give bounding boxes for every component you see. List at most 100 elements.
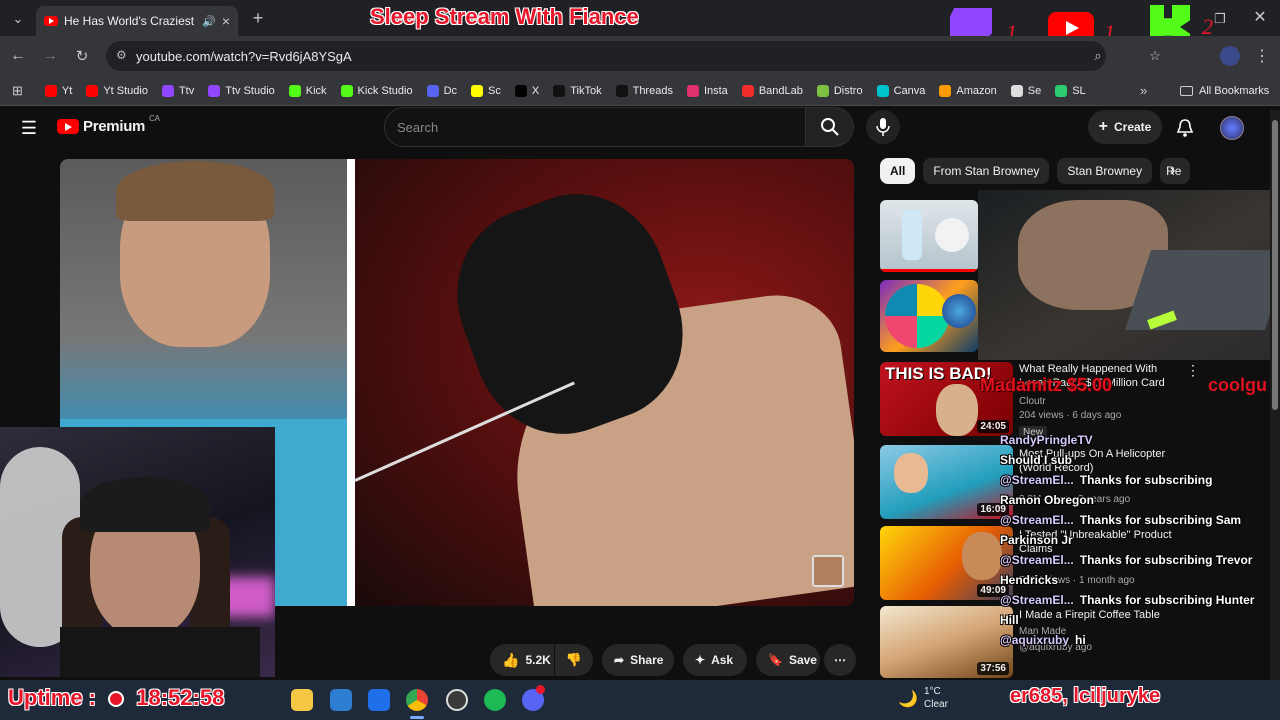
- recommendation-channel[interactable]: Cloutr: [1019, 396, 1046, 407]
- page-scrollbar[interactable]: [1270, 110, 1280, 680]
- recommendation-menu-icon[interactable]: ⋮: [1186, 362, 1200, 379]
- recommendation-thumbnail[interactable]: THIS IS BAD! 24:05: [880, 362, 1013, 436]
- file-explorer-icon[interactable]: [291, 689, 313, 711]
- all-bookmarks-folder[interactable]: All Bookmarks: [1180, 85, 1269, 97]
- create-label: Create: [1113, 120, 1152, 134]
- recommendation-meta: 204 views · 6 days ago: [1019, 410, 1122, 421]
- notifications-bell-icon[interactable]: [1176, 118, 1194, 138]
- like-count: 5.2K: [525, 653, 551, 667]
- chat-username: RandyPringleTV: [1000, 433, 1093, 447]
- bookmark-amazon[interactable]: Amazon: [939, 84, 997, 97]
- browser-tab-active[interactable]: He Has World's Craziest Bo 🔊 ×: [36, 6, 238, 36]
- filter-chips: All From Stan Browney Stan Browney Re: [880, 158, 1190, 186]
- bookmark-bandlab[interactable]: BandLab: [741, 84, 803, 97]
- tab-search-icon[interactable]: ⌄: [8, 9, 28, 29]
- bookmark-favicon-icon: [553, 84, 566, 97]
- youtube-premium-logo[interactable]: Premium CA: [57, 114, 160, 135]
- save-button[interactable]: 🔖 Save: [756, 644, 820, 676]
- chips-next-icon[interactable]: ›: [1170, 162, 1175, 180]
- reload-icon[interactable]: ↻: [72, 46, 92, 66]
- bookmark-canva[interactable]: Canva: [876, 84, 925, 97]
- store-icon[interactable]: [330, 689, 352, 711]
- new-tab-icon[interactable]: +: [248, 8, 268, 28]
- bookmark-label: Kick: [305, 84, 327, 97]
- bookmark-star-icon[interactable]: ☆: [1145, 46, 1165, 66]
- audio-playing-icon[interactable]: 🔊: [202, 15, 216, 28]
- recommendation-item[interactable]: THIS IS BAD! 24:05 What Really Happened …: [880, 362, 1270, 439]
- bookmark-yt-studio[interactable]: Yt Studio: [86, 84, 148, 97]
- obs-icon[interactable]: [446, 689, 468, 711]
- bookmark-label: Se: [1027, 84, 1042, 97]
- chip-from-stan-browney[interactable]: From Stan Browney: [923, 158, 1050, 184]
- thumbs-up-icon: 👍: [502, 651, 520, 668]
- chat-username: @StreamEl...: [1000, 513, 1074, 527]
- account-avatar[interactable]: [1220, 116, 1244, 140]
- chat-username: @StreamEl...: [1000, 553, 1074, 567]
- forward-icon[interactable]: →: [40, 46, 60, 66]
- disc-shape: [935, 218, 969, 252]
- weather-widget[interactable]: 1°C Clear: [924, 685, 948, 711]
- like-button[interactable]: 👍 5.2K: [490, 644, 554, 676]
- restore-window-icon[interactable]: ❐: [1210, 9, 1230, 29]
- youtube-logo-mark-icon: [57, 119, 79, 134]
- site-info-icon[interactable]: ⚙: [116, 48, 127, 62]
- bookmark-kick-studio[interactable]: Kick Studio: [340, 84, 413, 97]
- search-input[interactable]: Search: [384, 107, 806, 147]
- webcam-cap-shape: [80, 477, 210, 532]
- voice-search-button[interactable]: [866, 110, 900, 144]
- bookmark-ttv[interactable]: Ttv: [161, 84, 194, 97]
- chip-stan-browney[interactable]: Stan Browney: [1057, 158, 1153, 184]
- recommendation-thumbnail[interactable]: 16:09: [880, 445, 1013, 519]
- uptime-clock-icon: [108, 691, 125, 708]
- tab-close-icon[interactable]: ×: [222, 13, 230, 29]
- spotify-icon[interactable]: [484, 689, 506, 711]
- search-placeholder: Search: [397, 119, 439, 135]
- channel-watermark-icon[interactable]: [812, 555, 844, 587]
- bookmark-insta[interactable]: Insta: [686, 84, 728, 97]
- bookmark-tiktok[interactable]: TikTok: [553, 84, 602, 97]
- browser-menu-icon[interactable]: ⋮: [1252, 46, 1272, 66]
- bookmark-label: Yt: [61, 84, 73, 97]
- bookmark-sl[interactable]: SL: [1055, 84, 1086, 97]
- share-button[interactable]: ➦ Share: [602, 644, 674, 676]
- chrome-active-indicator: [410, 716, 424, 719]
- bookmark-yt[interactable]: Yt: [44, 84, 73, 97]
- recommendation-thumbnail[interactable]: 49:09: [880, 526, 1013, 600]
- bookmark-label: Amazon: [956, 84, 997, 97]
- chat-message: @aquixruby hi: [1000, 630, 1280, 650]
- bookmark-ttv-studio[interactable]: Ttv Studio: [208, 84, 275, 97]
- hamburger-menu-icon[interactable]: ☰: [18, 118, 40, 138]
- create-button[interactable]: + Create: [1088, 110, 1162, 144]
- scrollbar-thumb[interactable]: [1272, 120, 1278, 410]
- thumbnail-bottle[interactable]: [880, 200, 978, 272]
- bookmark-label: Kick Studio: [357, 84, 413, 97]
- more-actions-button[interactable]: ⋯: [824, 644, 856, 676]
- ask-button[interactable]: ✦ Ask: [683, 644, 747, 676]
- red-line: [880, 269, 978, 272]
- bookmark-kick[interactable]: Kick: [288, 84, 327, 97]
- bookmark-favicon-icon: [161, 84, 174, 97]
- chat-text: hi: [1075, 633, 1086, 647]
- chip-all[interactable]: All: [880, 158, 916, 184]
- apps-grid-icon[interactable]: ⊞: [12, 83, 23, 99]
- recommendation-thumbnail[interactable]: 37:56: [880, 606, 1013, 678]
- dislike-button[interactable]: 👎: [555, 644, 593, 676]
- omnibox[interactable]: ⚙ youtube.com/watch?v=Rvd6jA8YSgA: [106, 41, 1106, 71]
- multiviewer-icon[interactable]: [368, 689, 390, 711]
- bookmark-threads[interactable]: Threads: [615, 84, 673, 97]
- back-icon[interactable]: ←: [8, 46, 28, 66]
- zoom-icon[interactable]: ⌕: [1088, 46, 1108, 66]
- chrome-icon[interactable]: [406, 689, 428, 711]
- profile-avatar-icon[interactable]: [1220, 46, 1240, 66]
- youtube-favicon-icon: [44, 16, 58, 26]
- bookmark-distro[interactable]: Distro: [816, 84, 863, 97]
- bookmark-dc[interactable]: Dc: [426, 84, 457, 97]
- bookmark-sc[interactable]: Sc: [471, 84, 501, 97]
- bookmark-x[interactable]: X: [514, 84, 539, 97]
- bookmarks-overflow-icon[interactable]: »: [1140, 83, 1147, 98]
- thumbnail-flat-earth[interactable]: [880, 280, 978, 352]
- search-button[interactable]: [806, 107, 854, 147]
- close-window-icon[interactable]: ✕: [1250, 7, 1270, 27]
- youtube-masthead: ☰ Premium CA Search + Create: [0, 106, 1280, 150]
- bookmark-se[interactable]: Se: [1010, 84, 1042, 97]
